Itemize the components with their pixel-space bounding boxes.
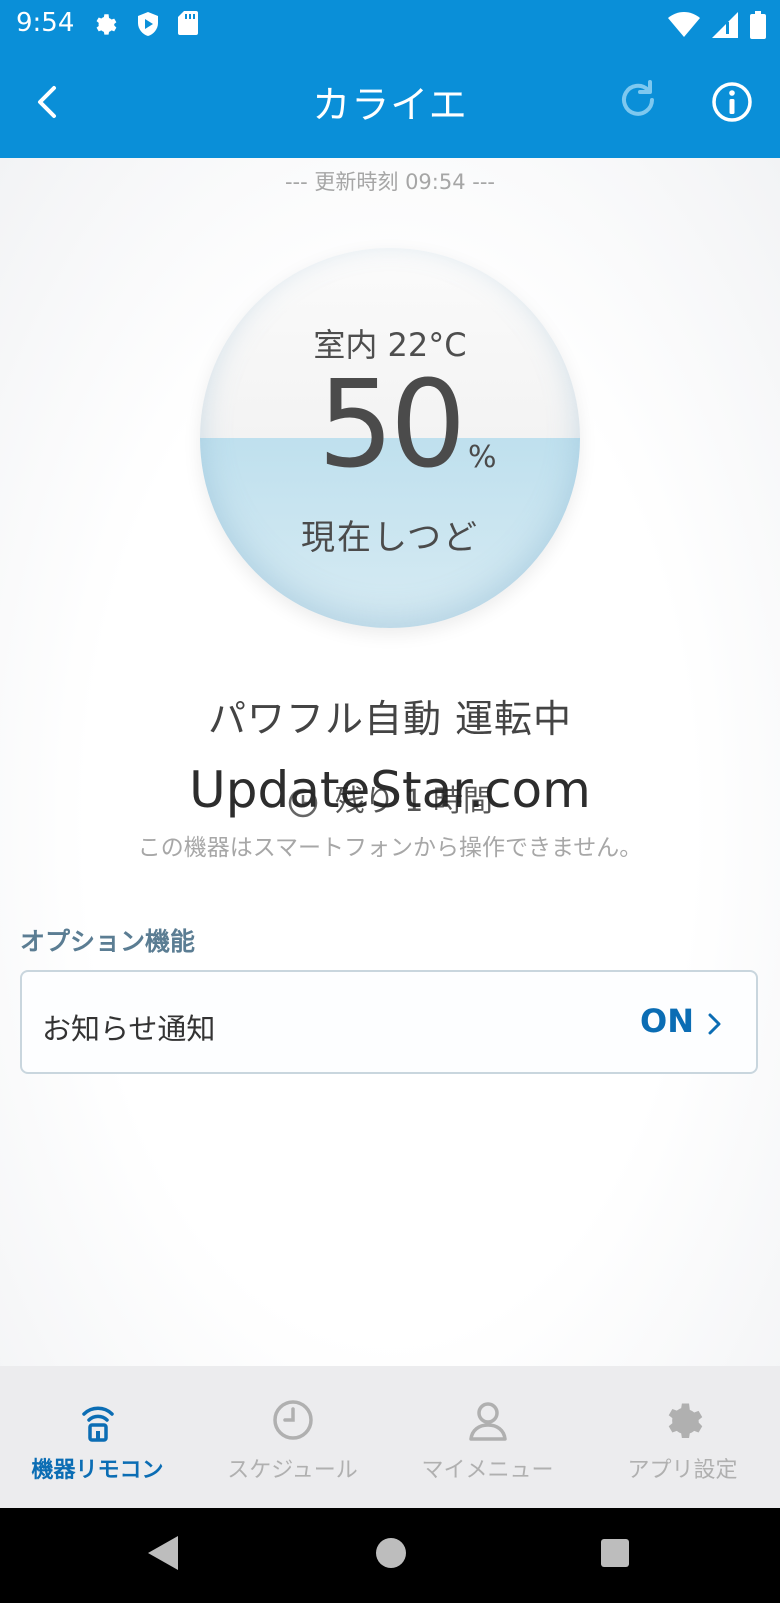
control-notice: この機器はスマートフォンから操作できません。 [137,835,643,861]
humidity-gauge: 室内 22°C 50 % 現在しつど [200,248,580,628]
signal-icon [712,12,738,38]
page-title: カライエ [312,83,468,127]
humidity-label: 現在しつど [301,518,479,558]
system-nav-bar [0,1508,780,1603]
notification-label: お知らせ通知 [42,1012,216,1046]
nav-my-menu[interactable]: マイメニュー [390,1366,585,1508]
humidity-value: 50 [317,356,467,495]
system-home-icon[interactable] [374,1534,408,1572]
system-back-icon[interactable] [146,1534,180,1572]
nav-label: マイメニュー [421,1458,554,1483]
system-recents-icon[interactable] [598,1534,632,1572]
operation-mode: パワフル自動 運転中 [207,697,573,741]
nav-schedule[interactable]: スケジュール [195,1366,390,1508]
gear-icon [96,14,117,35]
update-time: --- 更新時刻 09:54 --- [284,170,495,194]
status-icons-right [668,11,766,39]
refresh-icon[interactable] [614,78,662,126]
nav-label: 機器リモコン [31,1458,164,1483]
main-content: --- 更新時刻 09:54 --- 室内 22°C 50 % 現在しつど パワ… [0,158,780,1366]
clock-icon [273,1400,313,1440]
nav-label: アプリ設定 [627,1458,738,1483]
shield-icon [138,12,158,36]
status-icons-left [92,11,198,37]
gear-icon [668,1403,703,1438]
watermark: UpdateStar.com [189,761,591,819]
remote-icon [82,1406,114,1442]
options-section-title: オプション機能 [20,927,196,956]
battery-icon [750,11,766,39]
humidity-unit: % [468,440,497,475]
nav-remote[interactable]: 機器リモコン [0,1366,195,1508]
status-bar: 9:54 [0,0,780,50]
bottom-nav: 機器リモコン スケジュール マイメニュー アプリ設定 [0,1366,780,1508]
wifi-icon [668,12,700,37]
person-icon [469,1402,507,1441]
chevron-right-icon [708,1013,721,1035]
status-time: 9:54 [16,8,75,38]
nav-app-settings[interactable]: アプリ設定 [585,1366,780,1508]
info-icon[interactable] [708,78,756,126]
notification-option[interactable]: お知らせ通知 ON [20,970,758,1074]
nav-label: スケジュール [227,1458,358,1483]
app-bar: カライエ [0,50,780,158]
sd-card-icon [178,11,198,35]
notification-value: ON [640,1002,694,1040]
